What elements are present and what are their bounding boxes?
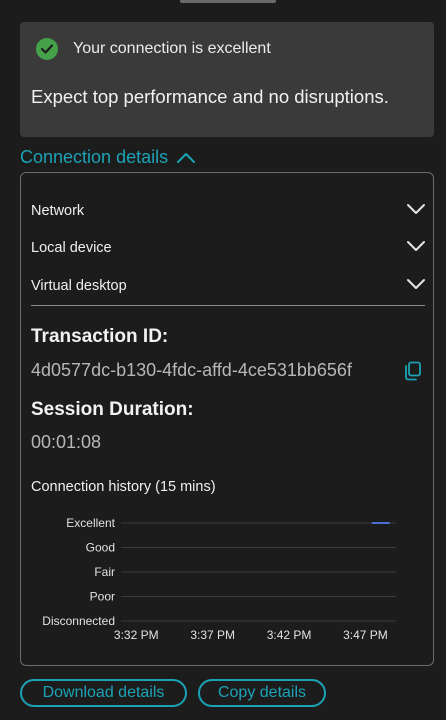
session-duration-label: Session Duration: bbox=[31, 399, 194, 420]
accordion-local-device[interactable]: Local device bbox=[31, 233, 426, 263]
transaction-id-value: 4d0577dc-b130-4fdc-affd-4ce531bb656f bbox=[31, 360, 352, 380]
chevron-down-icon bbox=[406, 239, 426, 257]
chevron-down-icon bbox=[406, 202, 426, 220]
accordion-network[interactable]: Network bbox=[31, 196, 426, 226]
chevron-up-icon bbox=[176, 152, 196, 164]
connection-details-toggle[interactable]: Connection details bbox=[20, 147, 196, 168]
check-circle-icon bbox=[36, 38, 58, 60]
download-details-button[interactable]: Download details bbox=[20, 679, 187, 707]
accordion-virtual-desktop-label: Virtual desktop bbox=[31, 278, 127, 294]
divider bbox=[31, 305, 425, 306]
y-tick-label: Disconnected bbox=[42, 614, 115, 628]
connection-history-title: Connection history (15 mins) bbox=[31, 479, 216, 495]
status-title: Your connection is excellent bbox=[73, 40, 271, 57]
x-tick-label: 3:32 PM bbox=[114, 628, 159, 642]
y-tick-label: Good bbox=[86, 541, 115, 555]
connection-status-card: Your connection is excellent Expect top … bbox=[20, 22, 434, 137]
y-tick-label: Excellent bbox=[66, 516, 115, 530]
y-tick-label: Poor bbox=[90, 590, 115, 604]
x-tick-label: 3:47 PM bbox=[343, 628, 388, 642]
accordion-virtual-desktop[interactable]: Virtual desktop bbox=[31, 271, 426, 301]
connection-history-chart: Excellent Good Fair Poor Disconnected3:32 PM… bbox=[42, 516, 396, 642]
y-tick-label: Fair bbox=[94, 565, 115, 579]
transaction-id-label: Transaction ID: bbox=[31, 326, 169, 347]
copy-details-button[interactable]: Copy details bbox=[198, 679, 326, 707]
chevron-down-icon bbox=[406, 277, 426, 295]
copy-icon[interactable] bbox=[404, 361, 422, 386]
connection-details-label: Connection details bbox=[20, 147, 169, 167]
connection-details-panel: Network Local device Virtual desktop Tra… bbox=[20, 172, 434, 666]
accordion-local-device-label: Local device bbox=[31, 240, 112, 256]
status-row: Your connection is excellent bbox=[36, 38, 271, 60]
x-tick-label: 3:37 PM bbox=[190, 628, 235, 642]
drag-handle[interactable] bbox=[180, 0, 276, 3]
x-tick-label: 3:42 PM bbox=[267, 628, 312, 642]
status-description: Expect top performance and no disruption… bbox=[31, 86, 389, 107]
session-duration-value: 00:01:08 bbox=[31, 432, 102, 452]
accordion-network-label: Network bbox=[31, 203, 85, 219]
